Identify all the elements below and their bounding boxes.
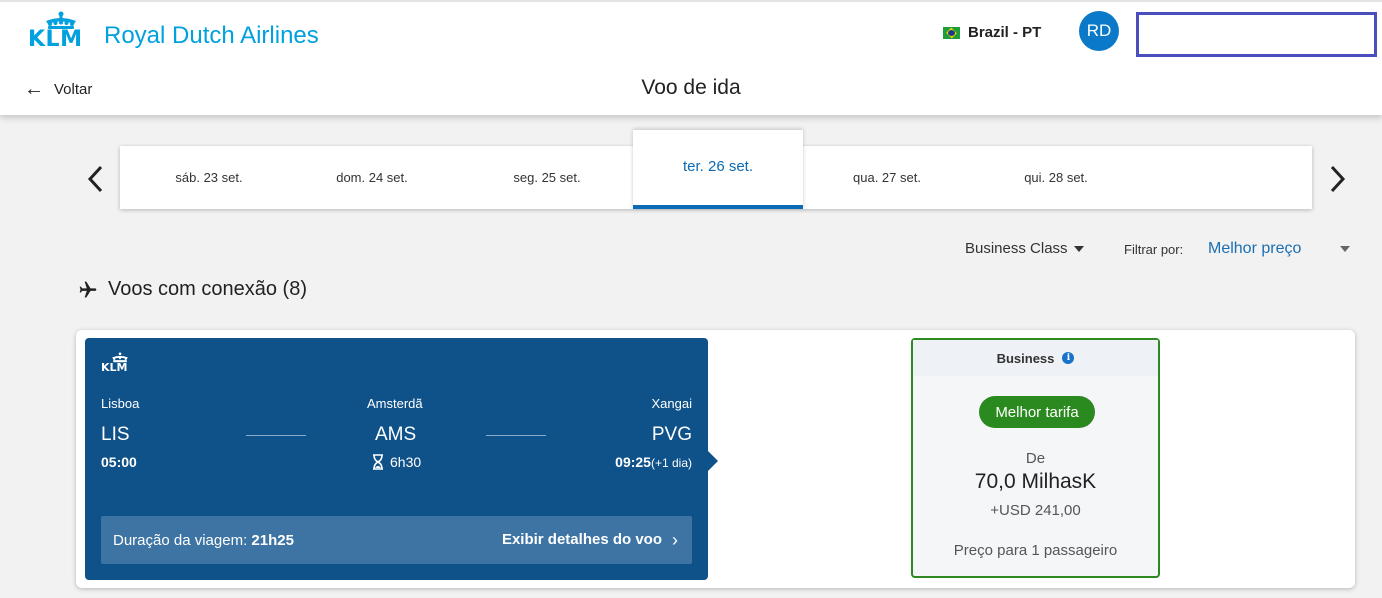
origin-code: LIS	[101, 424, 130, 445]
chevron-right-icon: ›	[672, 529, 678, 550]
date-carousel: sáb. 23 set. dom. 24 set. seg. 25 set. t…	[120, 130, 1312, 209]
caret-down-icon[interactable]	[1340, 246, 1350, 252]
arrival-time: 09:25(+1 dia)	[615, 454, 692, 470]
locale-selector[interactable]: Brazil - PT	[943, 24, 1041, 41]
stop-code: AMS	[375, 424, 417, 445]
hourglass-icon	[373, 454, 383, 470]
date-tab[interactable]: qua. 27 set.	[802, 146, 972, 209]
fare-from-label: De	[1025, 450, 1046, 467]
destination-city: Xangai	[651, 396, 692, 411]
business-fare-option[interactable]: Business i Melhor tarifa De 70,0 MilhasK…	[911, 338, 1160, 578]
fare-passenger-note: Preço para 1 passageiro	[953, 542, 1118, 559]
section-title: Voos com conexão (8)	[78, 278, 307, 301]
route-line	[246, 435, 306, 436]
carrier-logo: KLM	[101, 352, 137, 374]
user-avatar[interactable]: RD	[1079, 11, 1119, 51]
origin-city: Lisboa	[101, 396, 140, 411]
fare-cabin: Business	[996, 350, 1055, 366]
chevron-right-icon	[1330, 165, 1346, 193]
date-tab[interactable]: sáb. 23 set.	[124, 146, 294, 209]
day-offset: (+1 dia)	[650, 456, 692, 470]
chevron-left-icon	[87, 165, 103, 193]
page-title: Voo de ida	[641, 76, 741, 99]
sort-dropdown[interactable]: Melhor preço	[1208, 240, 1301, 258]
section-title-text: Voos com conexão (8)	[108, 278, 307, 300]
info-icon[interactable]: i	[1062, 352, 1075, 364]
best-fare-badge: Melhor tarifa	[979, 396, 1095, 428]
departure-time: 05:00	[101, 454, 137, 470]
highlight-box	[1136, 12, 1377, 57]
next-dates-button[interactable]	[1325, 162, 1349, 196]
fare-miles: 70,0 MilhasK	[974, 470, 1097, 493]
previous-dates-button[interactable]	[84, 162, 108, 196]
flight-details-link[interactable]: Exibir detalhes do voo ›	[501, 529, 678, 550]
layover-value: 6h30	[390, 454, 422, 470]
klm-logo[interactable]: KLM Royal Dutch Airlines	[28, 11, 319, 52]
fare-header: Business i	[913, 340, 1158, 376]
route-line	[486, 435, 546, 436]
top-header: KLM Royal Dutch Airlines Brazil - PT RD …	[0, 0, 1382, 115]
date-tab[interactable]: seg. 25 set.	[462, 146, 632, 209]
trip-duration-label: Duração da viagem:	[113, 532, 248, 549]
cabin-class-value: Business Class	[965, 240, 1068, 257]
date-tab-selected[interactable]: ter. 26 set.	[633, 130, 803, 209]
caret-down-icon	[1073, 245, 1084, 252]
date-tab[interactable]: qui. 28 set.	[971, 146, 1141, 209]
trip-duration-value: 21h25	[251, 532, 294, 549]
layover-duration: 6h30	[372, 454, 421, 470]
locale-label: Brazil - PT	[968, 24, 1042, 41]
flight-details-label: Exibir detalhes do voo	[501, 531, 662, 548]
brand-name: Royal Dutch Airlines	[104, 22, 319, 49]
stop-city: Amsterdã	[367, 396, 423, 411]
cabin-class-dropdown[interactable]: Business Class	[965, 240, 1084, 257]
destination-code: PVG	[651, 424, 692, 445]
trip-duration: Duração da viagem: 21h25	[113, 532, 294, 549]
klm-crown-logo: KLM	[28, 11, 94, 52]
date-tab[interactable]: dom. 24 set.	[287, 146, 457, 209]
fare-usd: +USD 241,00	[990, 502, 1081, 519]
duration-bar: Duração da viagem: 21h25 Exibir detalhes…	[101, 516, 692, 564]
airplane-icon	[79, 281, 97, 297]
itinerary-panel: KLM Lisboa LIS 05:00 Amsterdã AMS 6h30 X…	[85, 338, 718, 580]
brazil-flag-icon	[943, 26, 960, 39]
filter-label: Filtrar por:	[1124, 242, 1184, 257]
arrival-time-value: 09:25	[615, 454, 651, 470]
